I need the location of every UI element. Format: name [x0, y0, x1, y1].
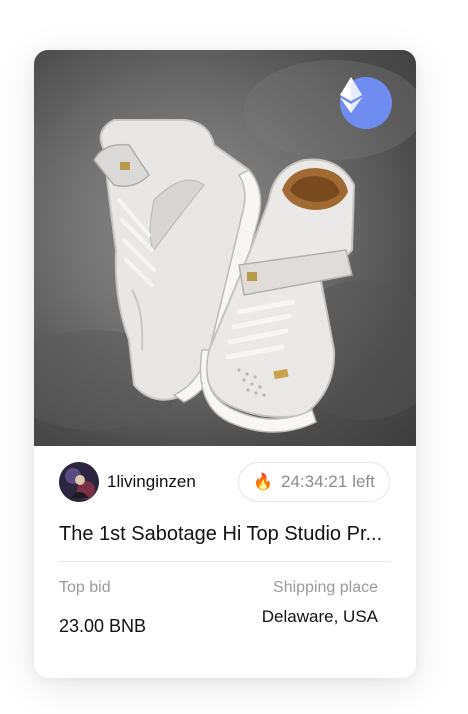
timer-value: 24:34:21: [281, 472, 348, 491]
creator-info[interactable]: 1livinginzen: [59, 462, 196, 502]
top-bid-value: 23.00 BNB: [59, 616, 147, 636]
ethereum-badge[interactable]: [340, 77, 392, 129]
shipping-label: Shipping place: [273, 579, 378, 596]
divider: [59, 561, 391, 562]
top-bid-label: Top bid: [59, 579, 111, 596]
nft-product-card[interactable]: 1livinginzen 🔥 24:34:21 left The 1st Sab…: [34, 50, 416, 678]
product-image[interactable]: [34, 50, 416, 446]
avatar[interactable]: [59, 462, 99, 502]
ethereum-icon: [340, 77, 362, 113]
product-title[interactable]: The 1st Sabotage Hi Top Studio Pr...: [59, 523, 399, 546]
auction-timer: 🔥 24:34:21 left: [238, 462, 390, 502]
creator-name[interactable]: 1livinginzen: [107, 472, 196, 492]
shipping-value: Delaware, USA: [261, 607, 378, 626]
timer-suffix: left: [352, 472, 375, 491]
avatar-image: [59, 462, 99, 502]
fire-icon: 🔥: [253, 474, 274, 491]
